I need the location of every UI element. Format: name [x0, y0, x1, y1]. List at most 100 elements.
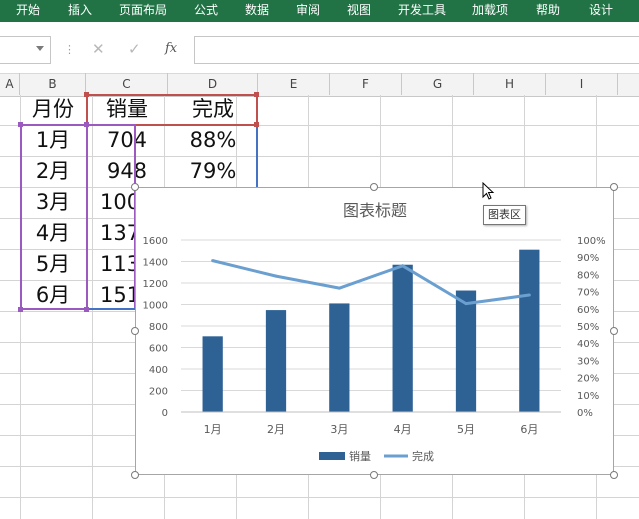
legend-label-bar: 销量: [349, 449, 371, 463]
tab-page-layout[interactable]: 页面布局: [119, 0, 167, 22]
y-tick-label: 1600: [143, 236, 168, 247]
line-series[interactable]: [211, 259, 531, 306]
tab-review[interactable]: 审阅: [296, 0, 320, 22]
chart-resize-handle[interactable]: [131, 327, 139, 335]
y-tick-label: 200: [149, 387, 168, 398]
y-tick-label: 800: [149, 322, 168, 333]
line-point: [211, 259, 215, 263]
legend-label-line: 完成: [412, 449, 434, 463]
y-tick-label: 1000: [143, 301, 168, 312]
chart-resize-handle[interactable]: [610, 183, 618, 191]
y-tick-label: 1400: [143, 258, 168, 269]
line-point: [527, 293, 531, 297]
legend-swatch-bar: [319, 452, 345, 460]
formula-input[interactable]: [194, 36, 639, 64]
chart-resize-handle[interactable]: [370, 471, 378, 479]
column-header-d[interactable]: D: [168, 73, 258, 95]
line-point: [337, 286, 341, 290]
x-tick-label: 6月: [520, 423, 538, 436]
tab-addins[interactable]: 加载项: [472, 0, 508, 22]
bar: [329, 303, 350, 412]
x-tick-label: 1月: [204, 423, 222, 436]
range-handle[interactable]: [84, 92, 89, 97]
range-handle[interactable]: [84, 122, 89, 127]
y2-tick-label: 80%: [577, 270, 599, 281]
bar: [392, 264, 413, 412]
y2-tick-label: 40%: [577, 339, 599, 350]
name-box-dropdown-icon[interactable]: [36, 46, 44, 51]
x-axis[interactable]: 1月 2月 3月 4月 5月 6月: [181, 411, 561, 436]
y2-tick-label: 30%: [577, 356, 599, 367]
combo-chart: 图表标题 0 200 400 600 800 1000 1200 1400 1600 0% 10%…: [143, 201, 606, 463]
chart-area[interactable]: 图表标题 0 200 400 600 800 1000 1200 1400 1600 0% 10%…: [135, 187, 614, 475]
x-tick-label: 3月: [330, 423, 348, 436]
tab-developer[interactable]: 开发工具: [398, 0, 446, 22]
value-range-edge: [86, 308, 136, 310]
column-header-g[interactable]: G: [402, 73, 474, 95]
tab-view[interactable]: 视图: [347, 0, 371, 22]
y2-tick-label: 10%: [577, 391, 599, 402]
y-tick-label: 1200: [143, 279, 168, 290]
x-tick-label: 2月: [267, 423, 285, 436]
tab-insert[interactable]: 插入: [68, 0, 92, 22]
y-tick-label: 600: [149, 344, 168, 355]
y2-tick-label: 60%: [577, 305, 599, 316]
cancel-icon[interactable]: ✕: [92, 40, 105, 58]
tab-design[interactable]: 设计: [589, 0, 613, 22]
range-handle[interactable]: [18, 122, 23, 127]
bar: [519, 249, 540, 412]
header-cell-month[interactable]: 月份: [22, 94, 84, 124]
chart-resize-handle[interactable]: [131, 183, 139, 191]
column-header-f[interactable]: F: [330, 73, 402, 95]
insert-function-icon[interactable]: fx: [165, 41, 177, 56]
tab-home[interactable]: 开始: [16, 0, 40, 22]
bar-series[interactable]: [202, 249, 540, 412]
tab-help[interactable]: 帮助: [536, 0, 560, 22]
series-name-range-highlight[interactable]: [86, 94, 258, 126]
y2-tick-label: 20%: [577, 374, 599, 385]
x-tick-label: 4月: [394, 423, 412, 436]
ribbon-tab-bar: 开始 插入 页面布局 公式 数据 审阅 视图 开发工具 加载项 帮助 设计: [0, 0, 639, 22]
sales-range-highlight[interactable]: [86, 124, 136, 310]
chart-title[interactable]: 图表标题: [343, 201, 407, 220]
mouse-pointer-icon: [482, 182, 495, 200]
y-tick-label: 0: [162, 408, 168, 419]
chart-area-tooltip: 图表区: [483, 205, 526, 225]
range-handle[interactable]: [254, 122, 259, 127]
bar: [202, 336, 223, 412]
range-handle[interactable]: [84, 307, 89, 312]
tab-data[interactable]: 数据: [245, 0, 269, 22]
column-header-a[interactable]: A: [0, 73, 20, 95]
chart-resize-handle[interactable]: [131, 471, 139, 479]
bar: [455, 290, 477, 412]
chart-resize-handle[interactable]: [370, 183, 378, 191]
range-handle[interactable]: [254, 92, 259, 97]
range-handle[interactable]: [18, 307, 23, 312]
x-tick-label: 5月: [457, 423, 475, 436]
line-point: [274, 274, 278, 278]
y2-tick-label: 70%: [577, 288, 599, 299]
done-range-edge: [256, 124, 258, 187]
legend[interactable]: 销量 完成: [319, 449, 434, 463]
column-header-i[interactable]: I: [546, 73, 618, 95]
cell-done[interactable]: 88%: [170, 125, 256, 155]
y2-tick-label: 0%: [577, 408, 593, 419]
line-point: [464, 302, 468, 306]
column-header-c[interactable]: C: [86, 73, 168, 95]
enter-icon[interactable]: ✓: [128, 40, 141, 58]
cell-done[interactable]: 79%: [170, 156, 256, 186]
y-axis[interactable]: 0 200 400 600 800 1000 1200 1400 1600: [143, 236, 168, 419]
formula-bar-grip-icon: ⋮: [64, 43, 75, 56]
line-point: [401, 264, 405, 268]
tab-formulas[interactable]: 公式: [194, 0, 218, 22]
line-path: [212, 259, 530, 306]
column-header-b[interactable]: B: [20, 73, 86, 95]
y-tick-label: 400: [149, 365, 168, 376]
secondary-y-axis[interactable]: 0% 10% 20% 30% 40% 50% 60% 70% 80% 90% 100%: [577, 236, 606, 419]
column-header-e[interactable]: E: [258, 73, 330, 95]
category-range-highlight[interactable]: [20, 124, 88, 310]
chart-resize-handle[interactable]: [610, 327, 618, 335]
column-header-h[interactable]: H: [474, 73, 546, 95]
bar: [265, 310, 287, 412]
chart-resize-handle[interactable]: [610, 471, 618, 479]
